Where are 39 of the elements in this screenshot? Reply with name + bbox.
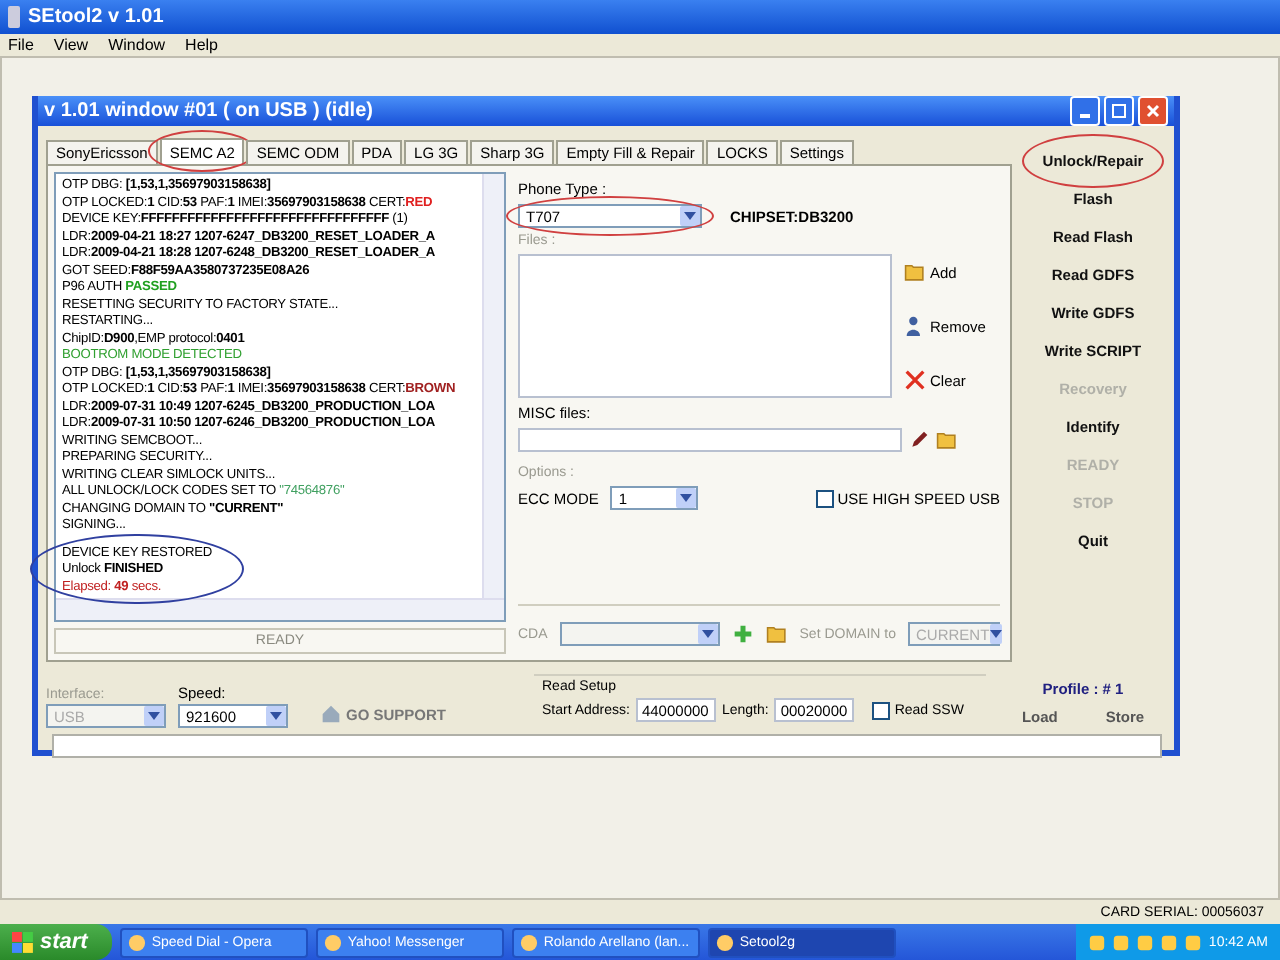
- dropdown-arrow-icon: [683, 212, 696, 220]
- app-icon: [715, 933, 734, 951]
- window-title: SEtool2 v 1.01: [28, 6, 164, 28]
- dropdown-arrow-icon: [680, 494, 693, 502]
- scrollbar[interactable]: [56, 598, 504, 620]
- dropdown-arrow-icon: [989, 630, 1002, 638]
- app-icon: [8, 6, 20, 28]
- plus-icon[interactable]: [731, 624, 754, 644]
- folder-icon: [903, 262, 926, 282]
- maximize-button[interactable]: [1104, 96, 1134, 126]
- maximize-icon: [1112, 104, 1126, 118]
- close-icon: [1146, 104, 1160, 118]
- folder-icon: [765, 624, 788, 644]
- files-list[interactable]: [517, 254, 892, 398]
- start-button[interactable]: start: [0, 924, 112, 960]
- windows-flag-icon: [12, 931, 34, 953]
- cross-icon: [903, 370, 926, 390]
- checkbox[interactable]: [872, 701, 891, 719]
- menu-item[interactable]: View: [53, 36, 89, 54]
- folder-icon: [935, 430, 958, 450]
- dropdown-arrow-icon: [701, 630, 714, 638]
- cda-dropdown[interactable]: [559, 622, 720, 646]
- dropdown-arrow-icon: [270, 712, 282, 720]
- pencil-icon[interactable]: [907, 430, 930, 450]
- scrollbar[interactable]: [481, 174, 504, 598]
- person-icon: [903, 316, 926, 336]
- app-icon: [323, 933, 342, 951]
- app-icon: [127, 933, 146, 951]
- menu-item[interactable]: Help: [185, 36, 218, 54]
- menu-item[interactable]: Window: [108, 36, 166, 54]
- menu-item[interactable]: File: [8, 36, 34, 54]
- dropdown-arrow-icon: [148, 712, 160, 720]
- checkbox[interactable]: [815, 489, 834, 507]
- app-icon: [519, 933, 538, 951]
- house-icon: [320, 704, 342, 724]
- misc-files-field[interactable]: [517, 428, 902, 452]
- close-button[interactable]: [1138, 96, 1168, 126]
- minimize-button[interactable]: [1070, 96, 1100, 126]
- window-title: v 1.01 window #01 ( on USB ) (idle): [44, 100, 373, 122]
